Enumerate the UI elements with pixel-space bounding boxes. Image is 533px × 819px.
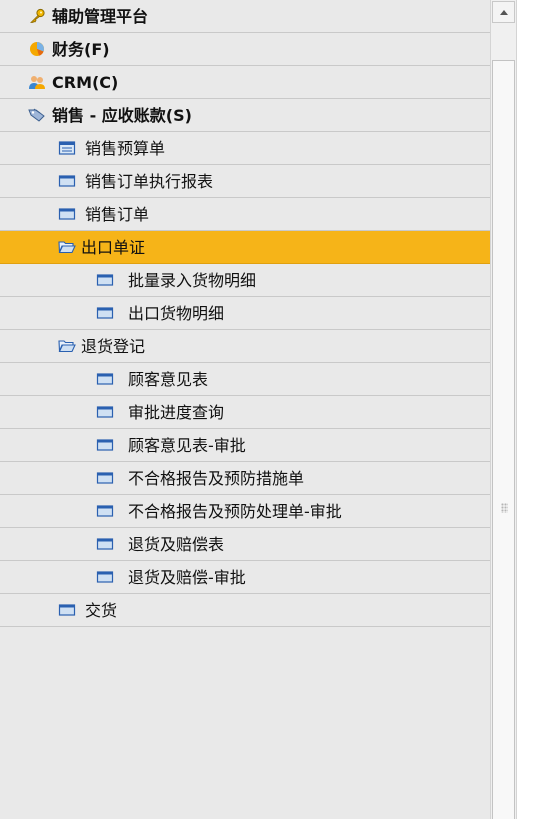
tree-item-label: 财务(F) <box>52 40 110 59</box>
tree-item-label: 销售订单执行报表 <box>85 172 214 191</box>
tree-item-auxiliary-platform[interactable]: 辅助管理平台 <box>0 0 490 33</box>
tree-item-batch-entry-goods[interactable]: 批量录入货物明细 <box>0 264 490 297</box>
tree-item-label: 销售订单 <box>85 205 150 224</box>
tree-item-sales-order[interactable]: 销售订单 <box>0 198 490 231</box>
window-icon <box>96 472 114 484</box>
tree-item-delivery[interactable]: 交货 <box>0 594 490 627</box>
vertical-scrollbar[interactable] <box>490 0 517 819</box>
tree-item-export-goods-detail[interactable]: 出口货物明细 <box>0 297 490 330</box>
tree-item-label: 顾客意见表 <box>128 370 209 389</box>
tree-item-nonconformity-preventive[interactable]: 不合格报告及预防措施单 <box>0 462 490 495</box>
tree-item-label: 不合格报告及预防处理单-审批 <box>128 502 342 521</box>
tree-item-label: 销售预算单 <box>85 139 166 158</box>
tree-item-customer-feedback[interactable]: 顾客意见表 <box>0 363 490 396</box>
pie-chart-icon <box>30 42 44 56</box>
grip-icon <box>501 503 508 513</box>
scrollbar-thumb[interactable] <box>492 60 515 819</box>
tree-item-approval-progress[interactable]: 审批进度查询 <box>0 396 490 429</box>
tree-item-label: 出口货物明细 <box>128 304 225 323</box>
tree-item-label: 销售 - 应收账款(S) <box>52 106 192 125</box>
tree-item-finance[interactable]: 财务(F) <box>0 33 490 66</box>
folder-open-icon <box>58 340 76 353</box>
scroll-up-button[interactable] <box>492 1 515 23</box>
window-icon <box>96 439 114 451</box>
tree-item-label: 退货登记 <box>81 337 146 356</box>
tree-item-crm[interactable]: CRM(C) <box>0 66 490 99</box>
tree-item-sales-receivables[interactable]: 销售 - 应收账款(S) <box>0 99 490 132</box>
tree-item-return-compensation[interactable]: 退货及赔偿表 <box>0 528 490 561</box>
tree-item-label: 顾客意见表-审批 <box>128 436 246 455</box>
tree-item-return-registration[interactable]: 退货登记 <box>0 330 490 363</box>
tree-item-label: 退货及赔偿表 <box>128 535 225 554</box>
window-icon <box>96 571 114 583</box>
window-icon <box>96 307 114 319</box>
tree-item-sales-budget[interactable]: 销售预算单 <box>0 132 490 165</box>
key-icon <box>30 8 45 23</box>
users-icon <box>29 76 45 89</box>
window-edge <box>517 0 533 819</box>
window-icon <box>58 208 76 220</box>
tree-item-nonconformity-approval[interactable]: 不合格报告及预防处理单-审批 <box>0 495 490 528</box>
window-icon <box>58 175 76 187</box>
tree-item-label: 交货 <box>85 601 118 620</box>
menu-tree: 辅助管理平台 财务(F) CRM(C) 销售 - 应收账款(S) 销售预算单 销… <box>0 0 490 819</box>
window-icon <box>96 406 114 418</box>
tree-item-label: 退货及赔偿-审批 <box>128 568 246 587</box>
window-icon <box>96 538 114 550</box>
tree-item-export-documents[interactable]: 出口单证 <box>0 231 490 264</box>
tree-item-return-compensation-approval[interactable]: 退货及赔偿-审批 <box>0 561 490 594</box>
navigation-panel: 辅助管理平台 财务(F) CRM(C) 销售 - 应收账款(S) 销售预算单 销… <box>0 0 533 819</box>
window-icon <box>96 505 114 517</box>
window-icon <box>96 373 114 385</box>
tree-item-label: CRM(C) <box>52 73 119 92</box>
tree-item-label: 辅助管理平台 <box>52 7 149 26</box>
tree-item-customer-feedback-approval[interactable]: 顾客意见表-审批 <box>0 429 490 462</box>
sales-icon <box>28 108 45 122</box>
tree-item-label: 审批进度查询 <box>128 403 225 422</box>
window-icon <box>96 274 114 286</box>
tree-item-sales-order-report[interactable]: 销售订单执行报表 <box>0 165 490 198</box>
window-icon <box>58 604 76 616</box>
tree-item-label: 批量录入货物明细 <box>128 271 257 290</box>
form-icon <box>58 141 76 155</box>
folder-open-icon <box>58 241 76 254</box>
tree-item-label: 出口单证 <box>81 238 146 257</box>
tree-item-label: 不合格报告及预防措施单 <box>128 469 305 488</box>
